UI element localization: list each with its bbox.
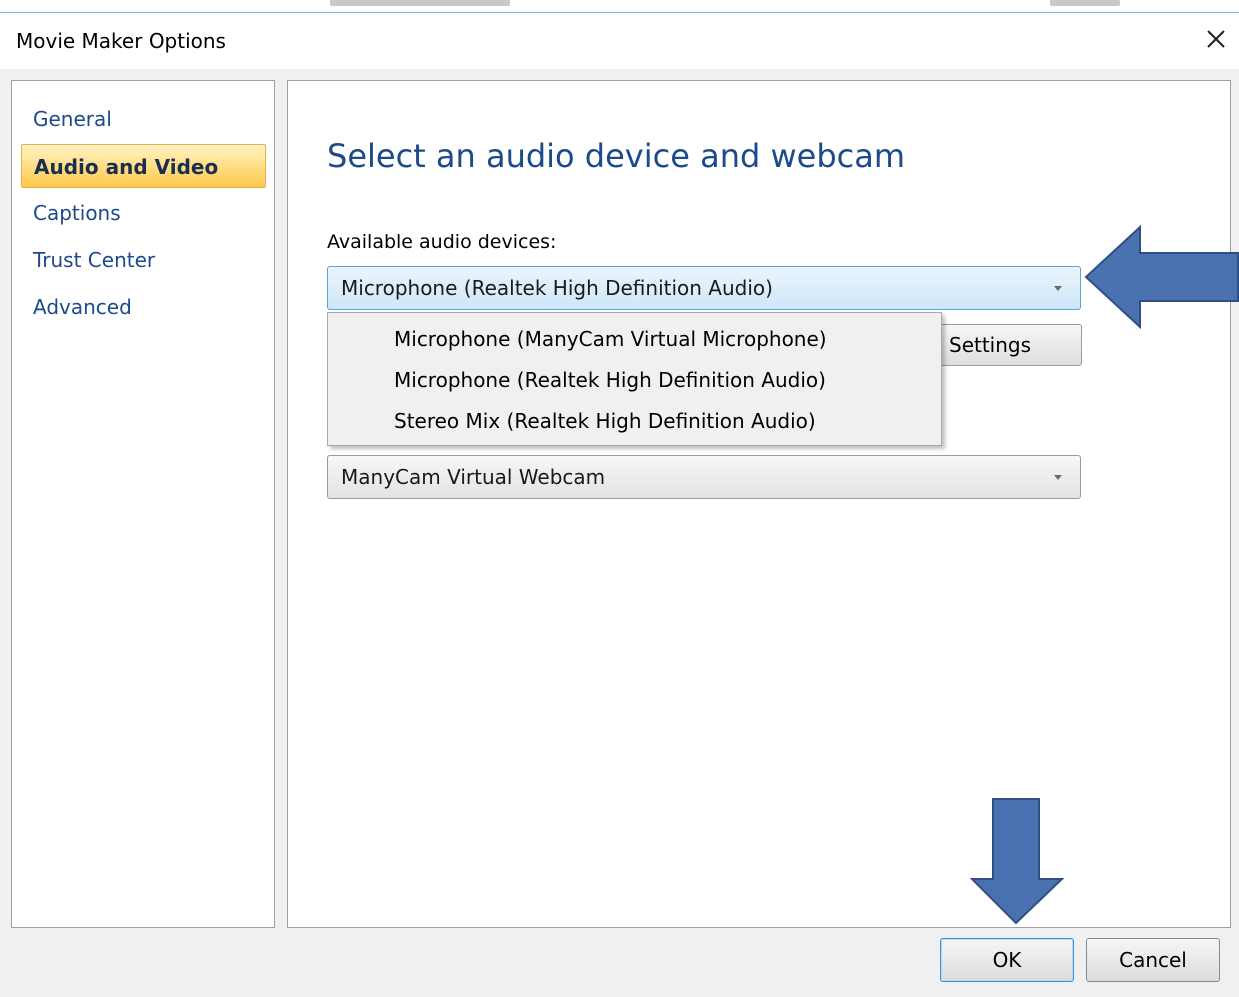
close-icon[interactable] xyxy=(1198,21,1234,57)
ok-button[interactable]: OK xyxy=(940,938,1074,982)
page-title: Select an audio device and webcam xyxy=(327,137,905,175)
options-content-panel: Select an audio device and webcam Availa… xyxy=(287,80,1231,928)
audio-device-selected-value: Microphone (Realtek High Definition Audi… xyxy=(341,276,773,300)
dropdown-option[interactable]: Microphone (ManyCam Virtual Microphone) xyxy=(394,319,827,359)
background-window-strip xyxy=(0,0,1239,13)
sidebar-item-general[interactable]: General xyxy=(21,97,266,141)
cancel-button[interactable]: Cancel xyxy=(1086,938,1220,982)
dropdown-option[interactable]: Microphone (Realtek High Definition Audi… xyxy=(394,360,826,400)
down-pointing-arrow-icon xyxy=(970,798,1065,925)
audio-device-dropdown-list: Microphone (ManyCam Virtual Microphone) … xyxy=(327,312,942,446)
title-bar: Movie Maker Options xyxy=(0,13,1239,69)
chevron-down-icon[interactable] xyxy=(1054,286,1062,291)
audio-device-select[interactable]: Microphone (Realtek High Definition Audi… xyxy=(327,266,1081,310)
left-pointing-arrow-icon xyxy=(1084,224,1239,330)
audio-settings-button[interactable]: Settings xyxy=(940,324,1082,366)
options-sidebar: General Audio and Video Captions Trust C… xyxy=(11,80,275,928)
webcam-select[interactable]: ManyCam Virtual Webcam xyxy=(327,455,1081,499)
background-text-fragment xyxy=(1050,0,1120,6)
window-title: Movie Maker Options xyxy=(16,29,226,53)
sidebar-item-advanced[interactable]: Advanced xyxy=(21,285,266,329)
sidebar-item-audio-and-video[interactable]: Audio and Video xyxy=(21,144,266,188)
background-text-fragment xyxy=(330,0,510,6)
sidebar-item-captions[interactable]: Captions xyxy=(21,191,266,235)
dropdown-option[interactable]: Stereo Mix (Realtek High Definition Audi… xyxy=(394,401,816,441)
options-dialog: Movie Maker Options General Audio and Vi… xyxy=(0,0,1239,997)
chevron-down-icon[interactable] xyxy=(1054,475,1062,480)
webcam-selected-value: ManyCam Virtual Webcam xyxy=(341,465,606,489)
sidebar-item-trust-center[interactable]: Trust Center xyxy=(21,238,266,282)
audio-devices-label: Available audio devices: xyxy=(327,231,557,253)
